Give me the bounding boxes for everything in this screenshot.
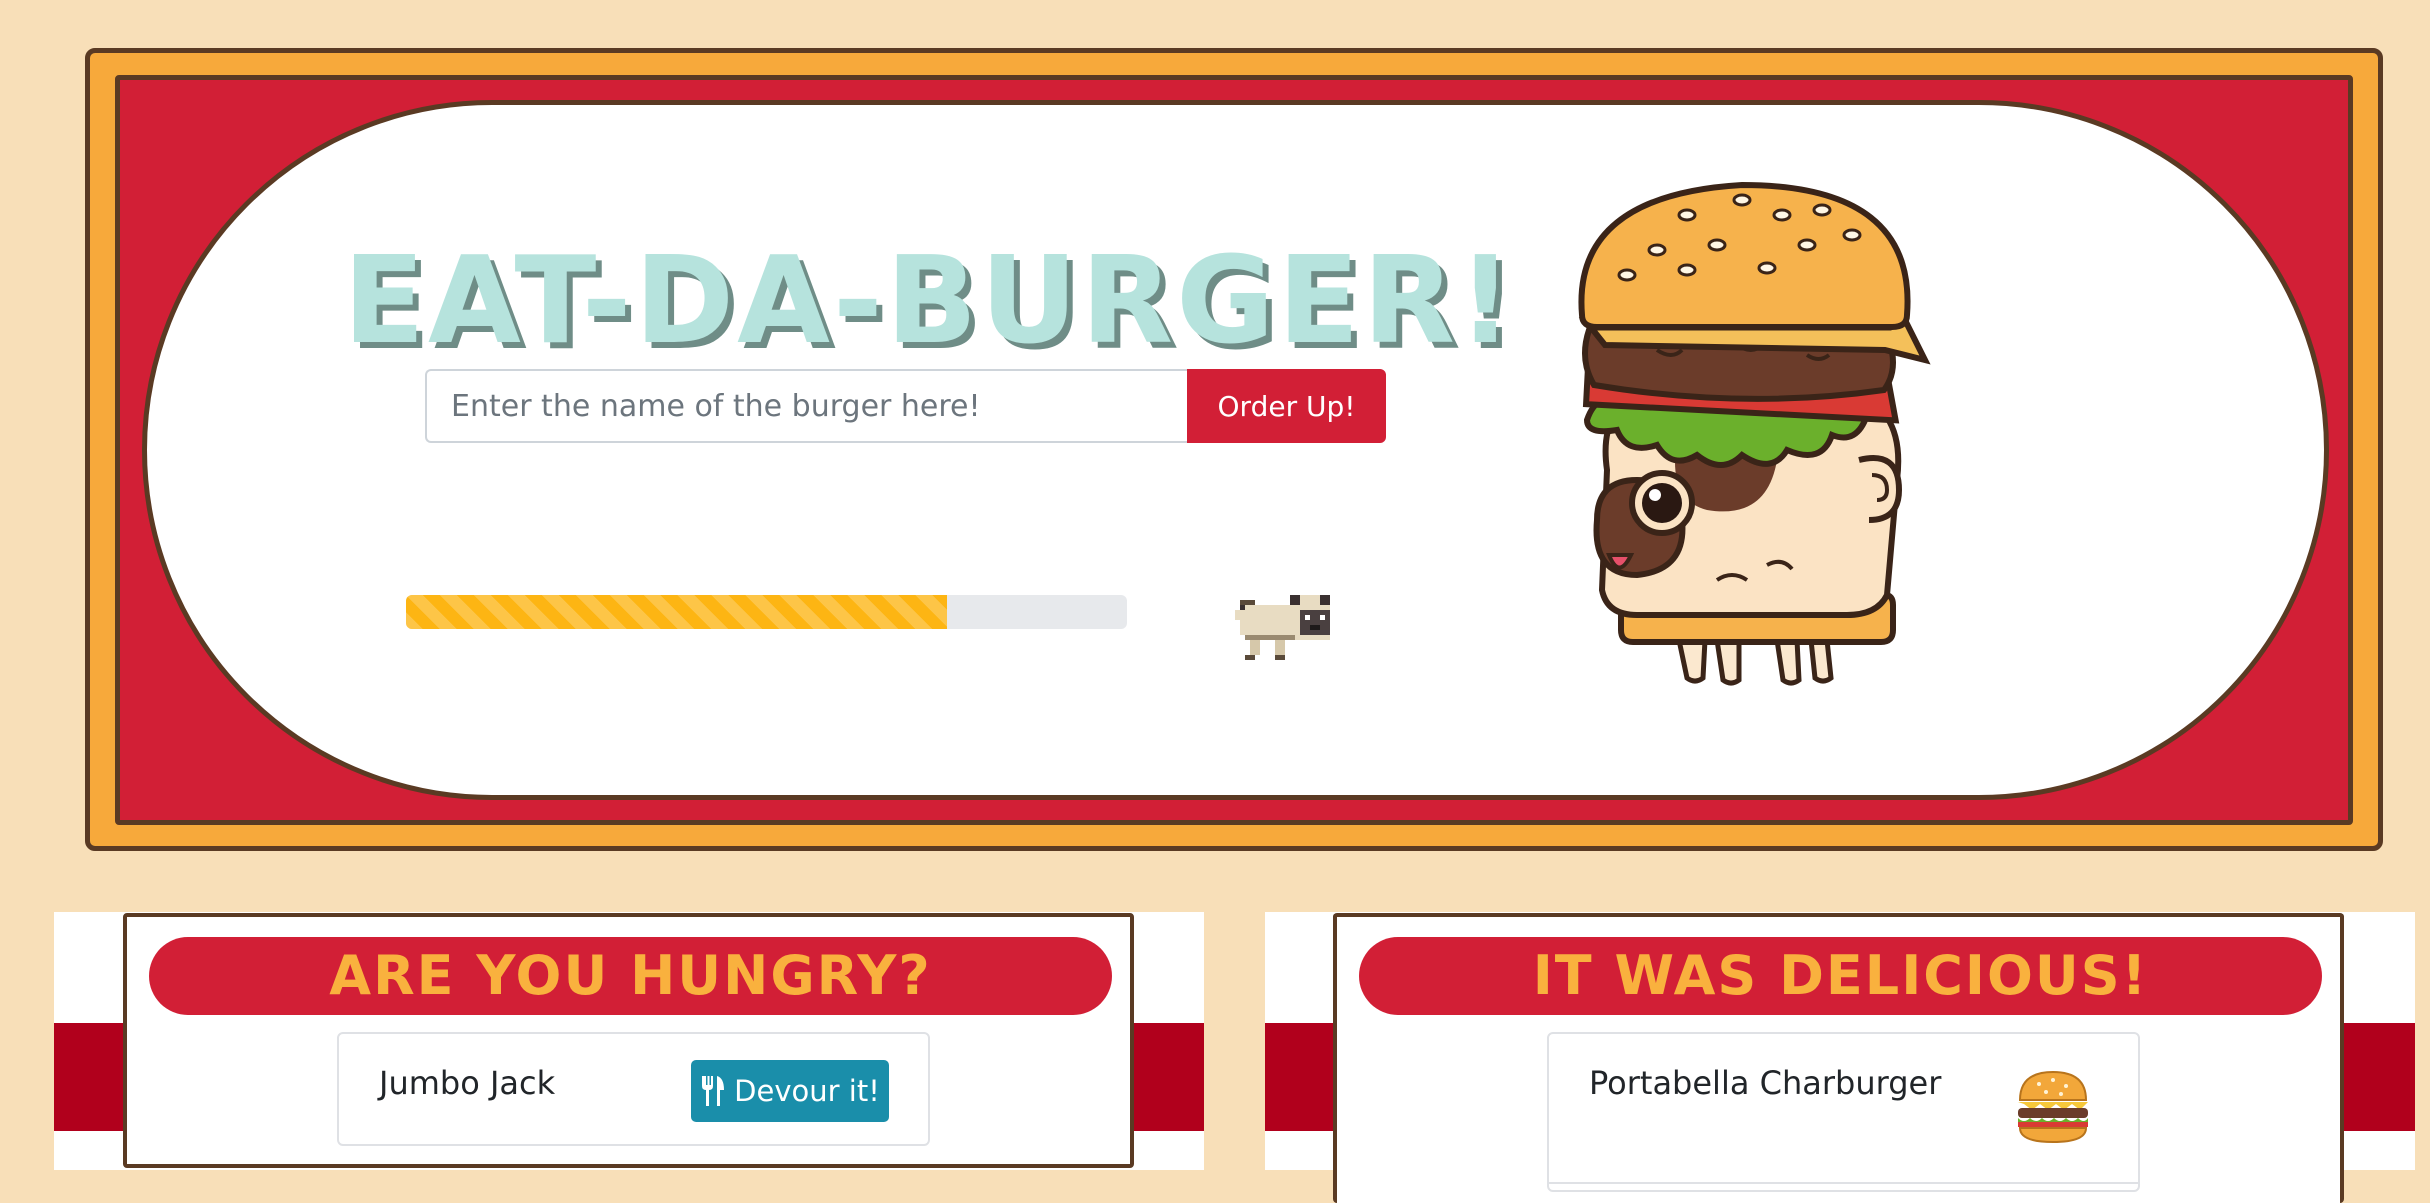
burger-name: Portabella Charburger bbox=[1589, 1064, 1942, 1102]
order-up-button[interactable]: Order Up! bbox=[1187, 369, 1386, 443]
hero-pill: EAT-DA-BURGER! Order Up! bbox=[142, 100, 2329, 800]
order-form: Order Up! bbox=[425, 369, 1386, 443]
pug-burger-illustration bbox=[1578, 181, 1931, 686]
devour-button[interactable]: Devour it! bbox=[691, 1060, 889, 1122]
list-item: Jumbo Jack Devour it! bbox=[337, 1032, 930, 1146]
hero-red-frame: EAT-DA-BURGER! Order Up! bbox=[115, 75, 2353, 825]
hungry-panel-title: ARE YOU HUNGRY? bbox=[149, 937, 1112, 1015]
burger-name-input[interactable] bbox=[425, 369, 1187, 443]
progress-bar-fill bbox=[406, 595, 947, 629]
burger-name: Jumbo Jack bbox=[379, 1064, 556, 1102]
list-item: Portabella Charburger bbox=[1547, 1032, 2140, 1192]
hero-frame: EAT-DA-BURGER! Order Up! bbox=[85, 48, 2383, 851]
hamburger-icon bbox=[2018, 1070, 2088, 1144]
progress-bar bbox=[406, 595, 1127, 629]
delicious-panel-title: IT WAS DELICIOUS! bbox=[1359, 937, 2322, 1015]
hungry-panel: ARE YOU HUNGRY? Jumbo Jack Devour it! bbox=[123, 913, 1134, 1168]
delicious-panel: IT WAS DELICIOUS! Portabella Charburger bbox=[1333, 913, 2344, 1203]
site-title: EAT-DA-BURGER! bbox=[343, 232, 1516, 371]
running-pug-icon bbox=[1235, 595, 1330, 660]
devour-button-label: Devour it! bbox=[734, 1074, 880, 1108]
utensils-icon bbox=[702, 1076, 725, 1106]
